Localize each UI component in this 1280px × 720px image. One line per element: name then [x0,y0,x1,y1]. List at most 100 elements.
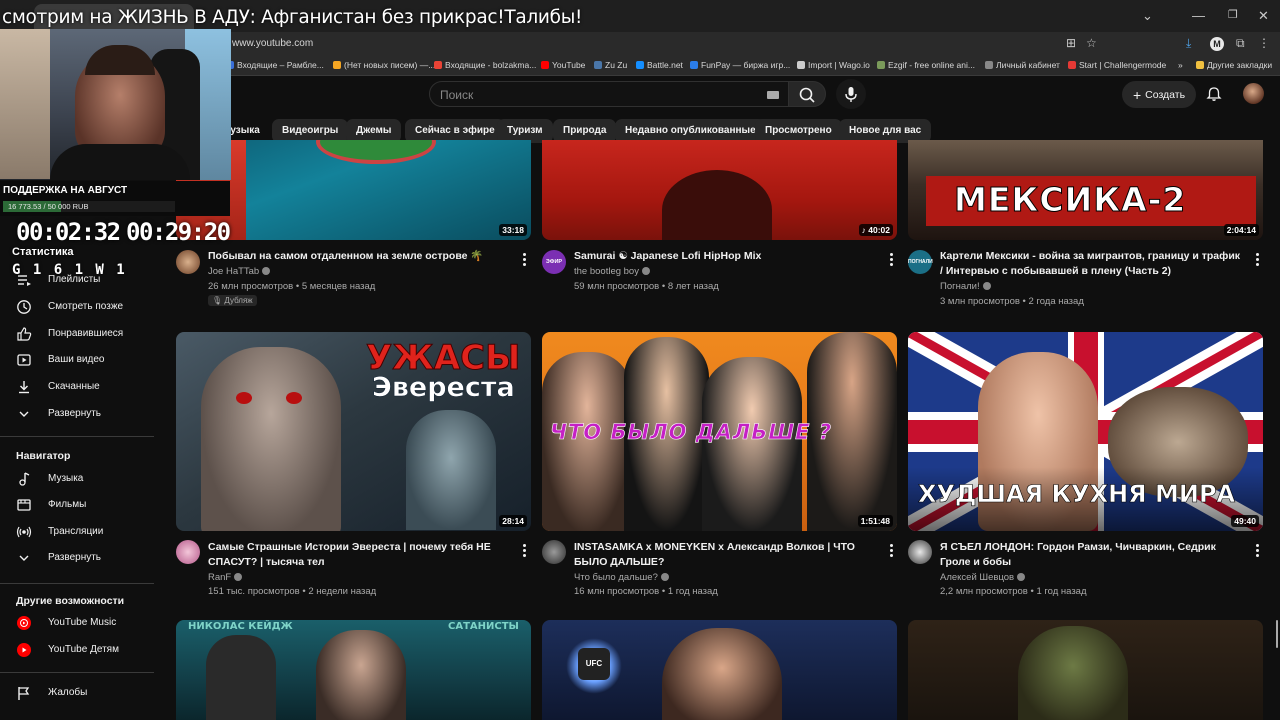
verified-icon [660,573,669,581]
video-duration: 2:04:14 [1223,224,1259,236]
video-title[interactable]: Samurai ☯ Japanese Lofi HipHop Mix [574,249,874,264]
create-button[interactable]: + Создать [1122,81,1196,108]
sidebar-item-live[interactable]: Трансляции [0,520,160,544]
video-menu-icon[interactable] [1254,252,1260,266]
bookmark-item[interactable]: Входящие – Рамбле... [226,60,324,70]
video-duration: 1:51:48 [857,515,893,527]
video-menu-icon[interactable] [1254,543,1260,557]
notifications-button[interactable] [1206,86,1222,107]
bookmark-item[interactable]: YouTube [541,60,585,70]
video-title[interactable]: Я СЪЕЛ ЛОНДОН: Гордон Рамзи, Чичваркин, … [940,540,1245,569]
channel-avatar[interactable]: ПОГНАЛИ [908,250,933,274]
keyboard-icon[interactable] [767,91,779,99]
download-icon[interactable]: ⤓ [1186,36,1191,51]
bookmarks-overflow-icon[interactable]: » [1178,60,1183,70]
video-title[interactable]: Побывал на самом отдаленном на земле ост… [208,249,508,264]
video-thumbnail[interactable]: УЖАСЫ Эвереста 28:14 [176,332,531,531]
channel-avatar[interactable] [176,540,200,564]
video-thumbnail[interactable]: UFC [542,620,897,720]
sidebar-item-liked[interactable]: Понравившиеся [0,322,160,346]
video-menu-icon[interactable] [888,252,894,266]
thumbnail-orc [1018,626,1128,720]
ezgif-icon [877,61,885,69]
sidebar-item-expand[interactable]: Развернуть [0,402,160,426]
stream-timer-right: 00:29:20 [126,218,231,246]
music-icon [19,472,30,486]
install-app-icon[interactable]: ⊞ [1066,36,1076,50]
verified-icon [1017,573,1026,581]
video-menu-icon[interactable] [888,543,894,557]
bookmark-star-icon[interactable]: ☆ [1086,36,1097,50]
bookmark-item[interactable]: Zu Zu [594,60,627,70]
channel-avatar[interactable] [176,250,200,274]
search-button[interactable] [788,81,826,107]
thumbnail-face [316,630,406,720]
channel-name[interactable]: Алексей Шевцов [940,572,1026,583]
video-thumbnail[interactable]: ЧТО БЫЛО ДАЛЬШЕ ? 1:51:48 [542,332,897,531]
channel-avatar[interactable]: ЭФИР [542,250,566,274]
thumbnail-figure [206,635,276,720]
page-scrollbar[interactable] [1276,620,1278,648]
close-window-icon[interactable]: ✕ [1258,8,1269,24]
youtube-icon [541,61,549,69]
bookmark-item[interactable]: Входящие - bolzakma... [434,60,536,70]
sidebar-item-downloads[interactable]: Скачанные [0,375,160,399]
channel-name[interactable]: Что было дальше? [574,572,669,583]
bookmark-item[interactable]: FunPay — биржа игр... [690,60,790,70]
channel-name[interactable]: the bootleg boy [574,266,650,277]
bookmark-item[interactable]: Ezgif - free online ani... [877,60,975,70]
bookmark-item[interactable]: (Нет новых писем) —... [333,60,435,70]
extensions-icon[interactable]: ⧉ [1236,36,1245,51]
thumbnail-hill [662,170,772,240]
sidebar-item-music[interactable]: Музыка [0,467,160,491]
sidebar-item-youtube-kids[interactable]: YouTube Детям [0,638,160,662]
plus-icon: + [1132,86,1142,103]
account-avatar[interactable] [1243,83,1264,104]
video-thumbnail[interactable]: МЕКСИКА-2 2:04:14 [908,140,1263,240]
download-icon [19,381,29,394]
bookmark-item[interactable]: Личный кабинет [985,60,1060,70]
chevron-down-icon [19,555,29,561]
video-thumbnail[interactable]: ХУДШАЯ КУХНЯ МИРА 49:40 [908,332,1263,531]
sidebar-item-watch-later[interactable]: Смотреть позже [0,295,160,319]
bookmark-item[interactable]: Battle.net [636,60,683,70]
channel-name[interactable]: Joe HaTTab [208,266,271,277]
video-meta: 3 млн просмотров • 2 года назад [940,296,1084,307]
url-text[interactable]: www.youtube.com [232,38,313,49]
restore-icon[interactable]: ❐ [1228,8,1238,21]
video-thumbnail[interactable]: ♪ 40:02 [542,140,897,240]
video-menu-icon[interactable] [521,543,527,557]
voice-search-button[interactable] [836,79,866,109]
game-stats-overlay: G 1 6 1 W 1 [12,262,127,278]
channel-name[interactable]: RanF [208,572,243,583]
video-thumbnail[interactable]: НИКОЛАС КЕЙДЖ САТАНИСТЫ [176,620,531,720]
bookmark-folder[interactable]: Другие закладки [1196,60,1272,70]
video-title[interactable]: Картели Мексики - война за мигрантов, гр… [940,249,1245,278]
video-title[interactable]: Самые Страшные Истории Эвереста | почему… [208,540,508,569]
sidebar-divider [0,436,154,437]
video-menu-icon[interactable] [521,252,527,266]
channel-avatar[interactable] [908,540,932,564]
sidebar-item-report[interactable]: Жалобы [0,681,160,705]
tab-search-icon[interactable]: ⌄ [1142,8,1153,24]
film-icon [17,499,31,511]
search-input[interactable]: Поиск [429,81,790,107]
browser-menu-icon[interactable]: ⋮ [1258,36,1270,50]
funpay-icon [690,61,698,69]
thumbnail-caption: НИКОЛАС КЕЙДЖ [188,621,293,632]
webcam-feed [0,29,231,180]
bookmark-item[interactable]: Import | Wago.io [797,60,870,70]
minimize-icon[interactable]: — [1192,8,1205,23]
channel-avatar[interactable] [542,540,566,564]
live-icon [16,526,32,538]
sidebar-item-youtube-music[interactable]: YouTube Music [0,611,160,635]
video-title[interactable]: INSTASAMKA x MONEYKEN x Александр Волков… [574,540,884,569]
sidebar-item-films[interactable]: Фильмы [0,493,160,517]
channel-name[interactable]: Погнали! [940,281,991,292]
extension-m-icon[interactable]: M [1210,37,1224,51]
flag-icon [18,687,30,700]
sidebar-item-your-videos[interactable]: Ваши видео [0,348,160,372]
bookmark-item[interactable]: Start | Challengermode [1068,60,1166,70]
video-thumbnail[interactable] [908,620,1263,720]
sidebar-item-expand-navigator[interactable]: Развернуть [0,546,160,570]
